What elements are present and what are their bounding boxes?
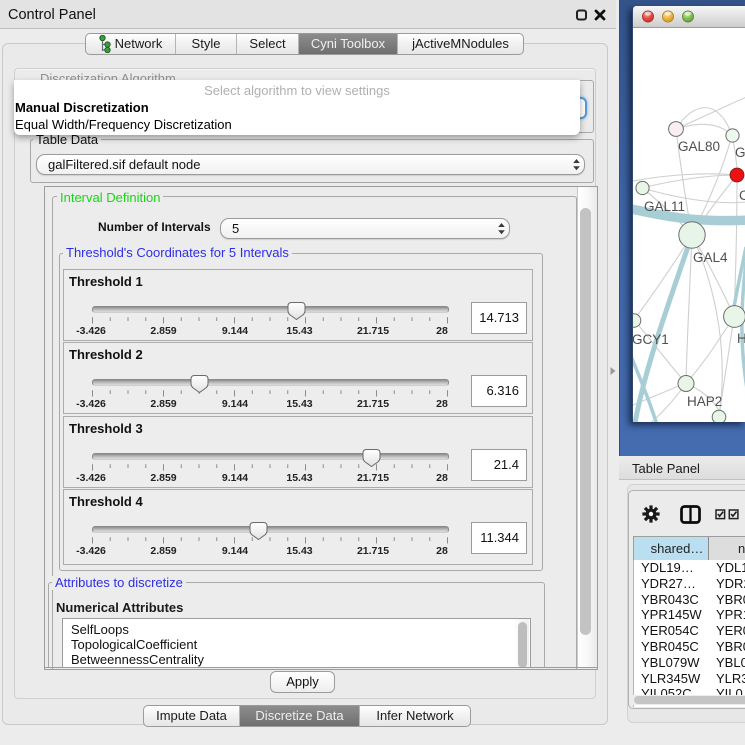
svg-text:H: H: [737, 331, 745, 346]
svg-text:GAL11: GAL11: [644, 199, 685, 214]
svg-text:GAL80: GAL80: [678, 139, 720, 154]
svg-text:HAP2: HAP2: [687, 394, 722, 409]
svg-text:GA: GA: [735, 145, 745, 160]
svg-text:GAL4: GAL4: [693, 250, 728, 265]
svg-text:C: C: [739, 188, 745, 203]
svg-text:GCY1: GCY1: [633, 332, 669, 347]
